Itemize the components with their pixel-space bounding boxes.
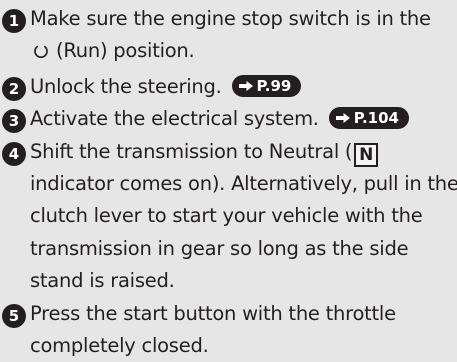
step-number: 2 (2, 76, 26, 101)
step-1: 1 Make sure the engine stop switch is in… (2, 3, 454, 71)
step-text: Unlock the steering. P.99 (30, 71, 302, 103)
run-position-icon (32, 38, 50, 70)
procedure-steps: 1 Make sure the engine stop switch is in… (2, 3, 457, 362)
page-reference-link[interactable]: P.99 (231, 74, 302, 97)
step-text-line: Press the start button with the throttle (30, 301, 396, 325)
step-text-line: clutch lever to start your vehicle with … (30, 204, 423, 228)
step-text: Shift the transmission to Neutral (N ind… (30, 136, 457, 298)
step-number: 1 (2, 9, 26, 33)
step-text-line: Unlock the steering. (30, 74, 222, 98)
step-number: 5 (2, 303, 26, 328)
step-text-line: transmission in gear so long as the side (30, 236, 409, 260)
step-text: Make sure the engine stop switch is in t… (30, 3, 431, 71)
arrow-right-icon (335, 113, 350, 124)
step-5: 5 Press the start button with the thrott… (2, 298, 454, 362)
step-3: 3 Activate the electrical system. P.104 (2, 103, 454, 135)
step-text-line: indicator comes on). Alternatively, pull… (30, 172, 457, 196)
step-text: Press the start button with the throttle… (30, 298, 396, 362)
step-4: 4 Shift the transmission to Neutral (N i… (2, 136, 457, 298)
step-text-line: stand is raised. (30, 269, 175, 293)
step-text: Activate the electrical system. P.104 (30, 103, 409, 135)
neutral-indicator-icon: N (354, 142, 379, 167)
page-reference-link[interactable]: P.104 (328, 107, 409, 130)
page-reference-label: P.99 (256, 76, 292, 95)
step-number: 3 (2, 109, 26, 134)
step-text-line: Make sure the engine stop switch is in t… (30, 7, 431, 30)
step-number: 4 (2, 141, 26, 166)
step-text-line: (Run) position. (56, 39, 195, 63)
step-text-line: completely closed. (30, 334, 209, 358)
step-text-line: Shift the transmission to Neutral ( (30, 139, 353, 163)
arrow-right-icon (238, 80, 253, 91)
step-text-line: Activate the electrical system. (30, 107, 319, 131)
step-2: 2 Unlock the steering. P.99 (2, 71, 454, 103)
page-reference-label: P.104 (353, 109, 399, 128)
